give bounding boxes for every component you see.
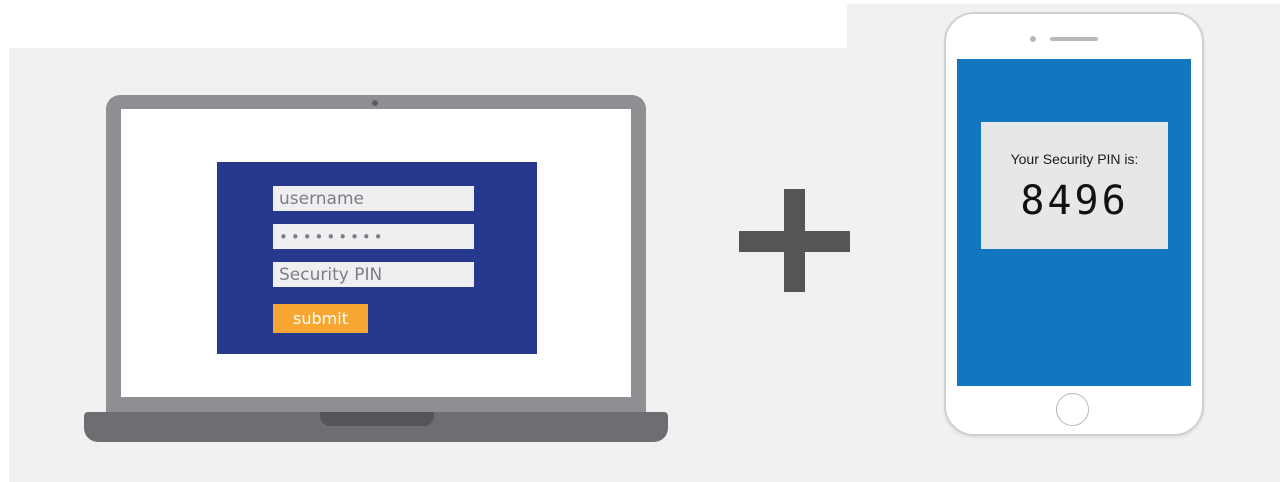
laptop-notch xyxy=(320,412,434,426)
phone-speaker xyxy=(1050,37,1098,41)
security-pin-field[interactable]: Security PIN xyxy=(273,262,474,287)
illustration-stage: username ••••••••• Security PIN submit Y… xyxy=(0,0,1280,482)
laptop-camera xyxy=(372,100,378,106)
home-button[interactable] xyxy=(1056,393,1089,426)
phone-camera xyxy=(1030,36,1036,42)
pin-value: 8496 xyxy=(1020,178,1129,224)
password-field[interactable]: ••••••••• xyxy=(273,224,474,249)
submit-button[interactable]: submit xyxy=(273,304,368,333)
plus-vertical-bar xyxy=(784,189,805,292)
username-field[interactable]: username xyxy=(273,186,474,211)
pin-label: Your Security PIN is: xyxy=(1010,151,1139,167)
